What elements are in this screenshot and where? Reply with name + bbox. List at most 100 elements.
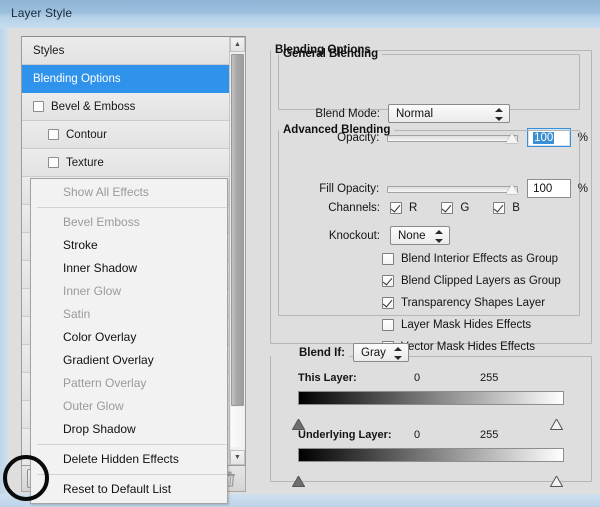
styles-list-item-label: Styles xyxy=(33,45,64,57)
advanced-blending-checkbox[interactable] xyxy=(382,275,394,287)
channel-checkbox-item[interactable]: B xyxy=(493,202,520,214)
blend-if-gradient-bar[interactable] xyxy=(298,448,564,462)
fill-opacity-row: Fill Opacity: 100 % xyxy=(298,179,588,198)
styles-list-item-checkbox[interactable] xyxy=(48,129,59,140)
styles-list-item-label: Blending Options xyxy=(33,73,121,85)
styles-list-item[interactable]: Texture xyxy=(22,149,245,177)
window-frame-left xyxy=(0,28,8,507)
scroll-down-icon[interactable]: ▼ xyxy=(230,450,245,465)
advanced-blending-checkbox-label: Blend Clipped Layers as Group xyxy=(401,275,561,287)
blend-if-slider-min: 0 xyxy=(414,372,420,384)
blend-if-slider-max: 255 xyxy=(480,429,498,441)
knockout-label: Knockout: xyxy=(298,230,380,242)
context-menu-item: Bevel Emboss xyxy=(31,211,227,234)
context-menu-item: Satin xyxy=(31,303,227,326)
advanced-blending-checkbox-row[interactable]: Blend Interior Effects as Group xyxy=(382,250,561,268)
advanced-blending-checkbox-label: Blend Interior Effects as Group xyxy=(401,253,558,265)
fill-opacity-slider-knob[interactable] xyxy=(506,184,518,194)
fill-opacity-unit: % xyxy=(578,183,588,195)
fill-opacity-value: 100 xyxy=(533,183,552,195)
styles-list-item[interactable]: Blending Options xyxy=(22,65,245,93)
blend-if-slider-min: 0 xyxy=(414,429,420,441)
spinner-icon[interactable] xyxy=(393,347,402,360)
blend-if-slider-label: Underlying Layer: xyxy=(298,429,392,441)
blend-if-label: Blend If: xyxy=(299,347,345,359)
blend-mode-label: Blend Mode: xyxy=(308,108,380,120)
advanced-blending-checkbox-label: Layer Mask Hides Effects xyxy=(401,319,531,331)
context-menu-item[interactable]: Drop Shadow xyxy=(31,418,227,441)
blend-if-slider: Underlying Layer: 0 255 xyxy=(284,428,574,462)
scrollbar-track[interactable] xyxy=(231,407,244,447)
styles-list-item[interactable]: Styles xyxy=(22,37,245,65)
fill-opacity-label: Fill Opacity: xyxy=(298,183,379,195)
advanced-blending-checkbox[interactable] xyxy=(382,253,394,265)
channel-label: B xyxy=(512,202,520,214)
blend-mode-row: Blend Mode: Normal xyxy=(308,104,578,123)
context-menu-separator xyxy=(37,444,227,445)
channels-row: Channels: R G B xyxy=(298,202,544,214)
context-menu-item: Outer Glow xyxy=(31,395,227,418)
fill-opacity-slider[interactable] xyxy=(387,183,518,195)
styles-list-item[interactable]: Contour xyxy=(22,121,245,149)
advanced-blending-title: Advanced Blending xyxy=(279,124,394,136)
channel-checkbox[interactable] xyxy=(441,202,453,214)
context-menu-separator xyxy=(37,474,227,475)
knockout-row: Knockout: None xyxy=(298,226,450,245)
advanced-blending-checkbox[interactable] xyxy=(382,297,394,309)
dialog-client-area: Styles Blending Options Bevel & Emboss Cont… xyxy=(8,28,600,494)
blend-mode-select[interactable]: Normal xyxy=(388,104,510,123)
blend-mode-value: Normal xyxy=(396,108,433,120)
window-title: Layer Style xyxy=(11,6,72,20)
context-menu-item[interactable]: Stroke xyxy=(31,234,227,257)
channel-checkbox[interactable] xyxy=(390,202,402,214)
context-menu-item: Pattern Overlay xyxy=(31,372,227,395)
blend-if-slider-label: This Layer: xyxy=(298,372,357,384)
blend-if-white-handle[interactable] xyxy=(550,476,563,487)
advanced-blending-checkbox[interactable] xyxy=(382,319,394,331)
channel-label: R xyxy=(409,202,417,214)
channel-checkbox[interactable] xyxy=(493,202,505,214)
context-menu-item: Show All Effects xyxy=(31,181,227,204)
blend-if-channel-select[interactable]: Gray xyxy=(353,343,409,362)
styles-list-item-checkbox[interactable] xyxy=(33,101,44,112)
styles-list-item[interactable]: Bevel & Emboss xyxy=(22,93,245,121)
styles-list-item-label: Bevel & Emboss xyxy=(51,101,135,113)
channel-checkbox-item[interactable]: G xyxy=(441,202,469,214)
advanced-blending-checkbox-row[interactable]: Blend Clipped Layers as Group xyxy=(382,272,561,290)
layer-style-dialog: Layer Style Styles Blending Options Bevel … xyxy=(0,0,600,507)
blend-if-row: Blend If: Gray xyxy=(299,343,409,362)
channel-checkbox-item[interactable]: R xyxy=(390,202,417,214)
blend-if-channel-value: Gray xyxy=(361,347,386,359)
scrollbar-thumb[interactable] xyxy=(231,54,244,406)
blend-if-slider: This Layer: 0 255 xyxy=(284,371,574,405)
window-titlebar: Layer Style xyxy=(0,0,600,28)
general-blending-title: General Blending xyxy=(279,48,382,60)
scroll-up-icon[interactable]: ▲ xyxy=(230,37,245,52)
knockout-value: None xyxy=(398,230,426,242)
styles-list-item-checkbox[interactable] xyxy=(48,157,59,168)
blend-if-slider-max: 255 xyxy=(480,372,498,384)
channels-label: Channels: xyxy=(298,202,380,214)
advanced-blending-checkbox-row[interactable]: Transparency Shapes Layer xyxy=(382,294,561,312)
knockout-select[interactable]: None xyxy=(390,226,450,245)
blend-if-gradient-bar[interactable] xyxy=(298,391,564,405)
advanced-blending-checkbox-row[interactable]: Layer Mask Hides Effects xyxy=(382,316,561,334)
channel-label: G xyxy=(460,202,469,214)
spinner-icon[interactable] xyxy=(434,230,443,243)
context-menu-item[interactable]: Inner Shadow xyxy=(31,257,227,280)
blend-if-group xyxy=(270,350,592,482)
advanced-blending-checkbox-label: Transparency Shapes Layer xyxy=(401,297,545,309)
fill-opacity-input[interactable]: 100 xyxy=(527,179,571,198)
blend-if-slider-header: Underlying Layer: 0 255 xyxy=(284,428,574,444)
context-menu-item[interactable]: Reset to Default List xyxy=(31,478,227,501)
fill-opacity-slider-track[interactable] xyxy=(387,186,518,193)
effects-context-menu: Show All EffectsBevel EmbossStrokeInner … xyxy=(30,178,228,504)
context-menu-item[interactable]: Delete Hidden Effects xyxy=(31,448,227,471)
spinner-icon[interactable] xyxy=(494,108,503,121)
context-menu-item: Inner Glow xyxy=(31,280,227,303)
context-menu-item[interactable]: Color Overlay xyxy=(31,326,227,349)
blend-if-slider-header: This Layer: 0 255 xyxy=(284,371,574,387)
styles-list-scrollbar[interactable]: ▲ ▼ xyxy=(229,37,245,465)
blend-if-black-handle[interactable] xyxy=(292,476,305,487)
context-menu-item[interactable]: Gradient Overlay xyxy=(31,349,227,372)
